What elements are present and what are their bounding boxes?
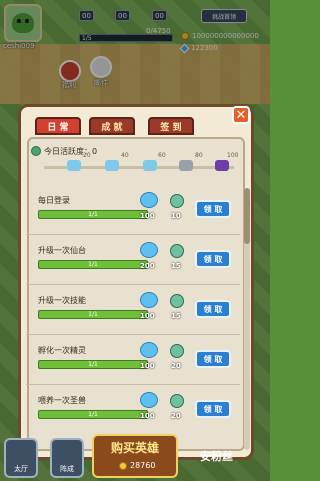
activity-marker-80: 80 xyxy=(195,152,203,159)
gem-reward-icon xyxy=(140,192,158,208)
reward-chest-icon[interactable] xyxy=(143,160,157,171)
close-button[interactable]: ✕ xyxy=(232,106,250,124)
divider xyxy=(26,334,240,335)
task-title: 喂养一次圣兽 xyxy=(38,396,86,405)
divider xyxy=(26,284,240,285)
scroll-thumb[interactable] xyxy=(244,188,250,244)
tab-daily[interactable]: 日 常 xyxy=(35,117,81,135)
gem-reward-value: 100 xyxy=(140,362,155,370)
gem-reward-value: 200 xyxy=(140,262,155,270)
list-item: 每日登录 1/1 100 10 领 取 xyxy=(26,190,240,234)
task-title: 每日登录 xyxy=(38,196,70,205)
list-item: 孵化一次精灵 1/1 100 20 领 取 xyxy=(26,340,240,384)
activity-marker-60: 60 xyxy=(158,152,166,159)
gem-reward-icon xyxy=(140,242,158,258)
claim-button[interactable]: 领 取 xyxy=(195,250,231,268)
activity-reward-value: 10 xyxy=(171,212,181,220)
activity-reward-icon xyxy=(170,194,184,208)
hall-button[interactable]: 太厅 xyxy=(4,438,38,478)
gem-reward-value: 100 xyxy=(140,212,155,220)
formation-label: 阵成 xyxy=(60,465,74,473)
task-title: 孵化一次精灵 xyxy=(38,346,86,355)
gem-reward-value: 100 xyxy=(140,312,155,320)
divider xyxy=(26,234,240,235)
task-list-scrollbar[interactable] xyxy=(244,188,250,450)
list-item: 喂养一次圣兽 1/1 100 20 领 取 xyxy=(26,390,240,434)
task-title: 升级一次技能 xyxy=(38,296,86,305)
reward-chest-icon[interactable] xyxy=(105,160,119,171)
buy-hero-title: 购买英雄 xyxy=(110,441,159,455)
divider xyxy=(26,384,240,385)
gold-coin-icon xyxy=(119,461,127,470)
claim-button[interactable]: 领 取 xyxy=(195,350,231,368)
buy-hero-price-value: 28760 xyxy=(130,461,156,470)
hall-label: 太厅 xyxy=(14,465,28,473)
activity-reward-value: 20 xyxy=(171,362,181,370)
gem-reward-value: 100 xyxy=(140,412,155,420)
reward-chest-icon[interactable] xyxy=(215,160,229,171)
claim-button[interactable]: 领 取 xyxy=(195,300,231,318)
formation-button[interactable]: 阵成 xyxy=(50,438,84,478)
activity-marker-20: 20 xyxy=(83,152,91,159)
task-progress-bar: 1/1 xyxy=(38,360,148,369)
activity-reward-icon xyxy=(170,394,184,408)
task-progress-text: 1/1 xyxy=(88,311,98,318)
activity-marker-40: 40 xyxy=(121,152,129,159)
activity-reward-icon xyxy=(170,244,184,258)
activity-icon xyxy=(31,146,41,156)
task-progress-text: 1/1 xyxy=(88,411,98,418)
gem-reward-icon xyxy=(140,342,158,358)
list-item: 升级一次技能 1/1 100 15 领 取 xyxy=(26,290,240,334)
tab-achievement[interactable]: 成 就 xyxy=(89,117,135,135)
tab-signin[interactable]: 签 到 xyxy=(148,117,194,135)
list-item: 升级一次仙台 1/1 200 15 领 取 xyxy=(26,240,240,284)
activity-reward-value: 15 xyxy=(171,262,181,270)
task-progress-bar: 1/1 xyxy=(38,410,148,419)
claim-button[interactable]: 领 取 xyxy=(195,400,231,418)
task-progress-text: 1/1 xyxy=(88,211,98,218)
task-progress-bar: 1/1 xyxy=(38,310,148,319)
task-progress-bar: 1/1 xyxy=(38,210,148,219)
activity-reward-icon xyxy=(170,344,184,358)
task-title: 升级一次仙台 xyxy=(38,246,86,255)
reward-chest-icon[interactable] xyxy=(179,160,193,171)
activity-reward-value: 20 xyxy=(171,412,181,420)
gem-reward-icon xyxy=(140,392,158,408)
activity-progress: 今日活跃度：0 20 40 60 80 100 xyxy=(31,146,243,176)
buy-hero-price: 28760 xyxy=(119,461,155,470)
activity-marker-100: 100 xyxy=(227,152,239,159)
task-progress-text: 1/1 xyxy=(88,361,98,368)
gem-reward-icon xyxy=(140,292,158,308)
activity-reward-icon xyxy=(170,294,184,308)
task-progress-bar: 1/1 xyxy=(38,260,148,269)
reward-chest-icon[interactable] xyxy=(67,160,81,171)
activity-reward-value: 15 xyxy=(171,312,181,320)
buy-hero-button[interactable]: 购买英雄 28760 xyxy=(92,434,178,478)
task-progress-text: 1/1 xyxy=(88,261,98,268)
claim-button[interactable]: 领 取 xyxy=(195,200,231,218)
watermark: 安粉丝 xyxy=(200,450,233,463)
